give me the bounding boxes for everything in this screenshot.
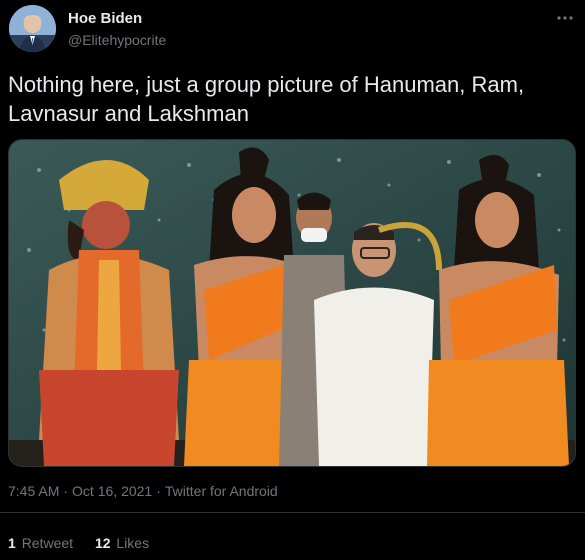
tweet-metadata: 7:45 AM · Oct 16, 2021 · Twitter for Android [8,483,278,499]
user-avatar[interactable] [9,5,56,52]
tweet-date[interactable]: Oct 16, 2021 [72,483,152,499]
retweets-count: 1 [8,535,16,551]
likes-stat[interactable]: 12 Likes [95,535,149,551]
tweet-stats: 1 Retweet 12 Likes [8,535,167,551]
likes-label: Likes [116,535,150,551]
group-photo [9,140,575,466]
meta-separator: · [63,483,69,499]
likes-count: 12 [94,535,111,551]
author-display-name[interactable]: Hoe Biden [68,10,142,27]
tweet-text: Nothing here, just a group picture of Ha… [8,72,525,126]
tweet-photo[interactable] [8,139,576,467]
retweets-stat[interactable]: 1 Retweet [8,535,73,551]
retweets-label: Retweet [21,535,74,551]
meta-separator-2: · [156,483,161,499]
stats-divider [0,512,585,513]
tweet-client[interactable]: Twitter for Android [165,483,278,499]
tweet-time[interactable]: 7:45 AM [8,483,59,499]
tweet-card: Hoe Biden @Elitehypocrite Nothing here, … [0,0,585,560]
avatar-image [9,5,56,52]
author-handle[interactable]: @Elitehypocrite [68,32,166,48]
more-options-icon[interactable] [553,6,577,30]
